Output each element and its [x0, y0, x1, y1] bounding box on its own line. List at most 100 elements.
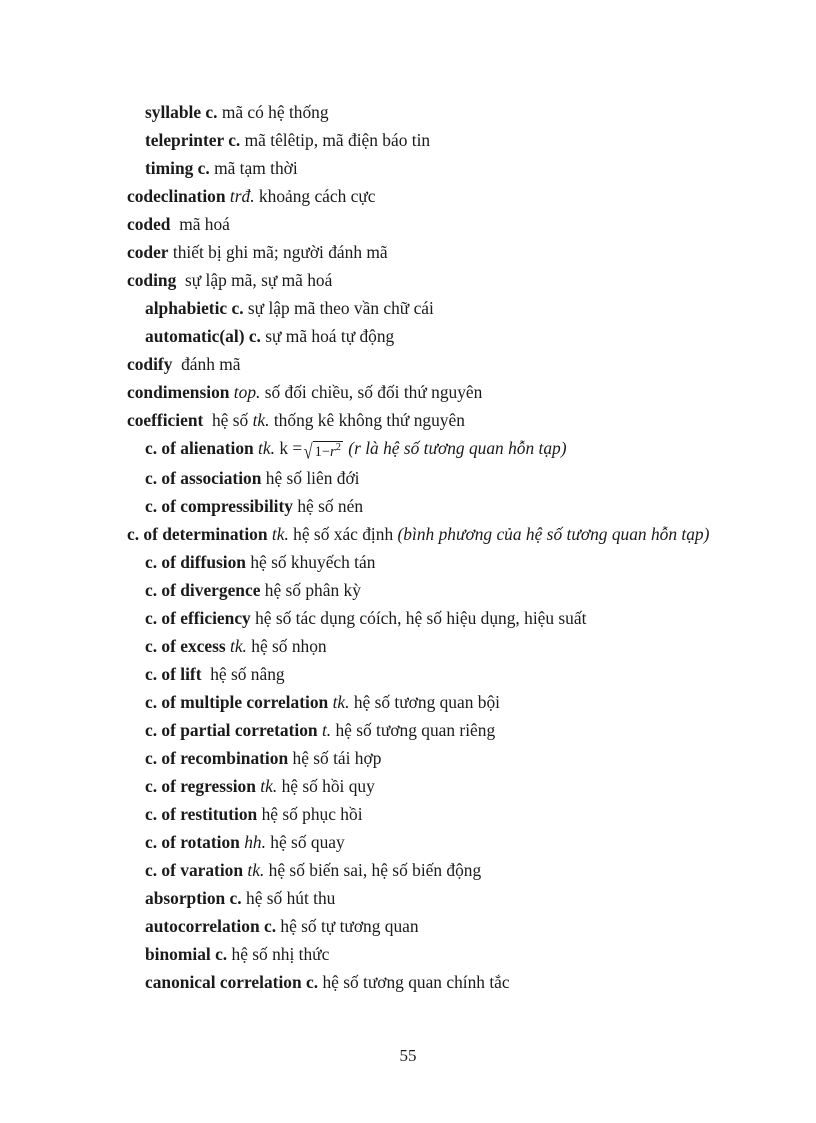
dictionary-entry: coder thiết bị ghi mã; người đánh mã: [127, 238, 697, 266]
radical-sign: √: [303, 440, 313, 465]
entry-headword: c. of diffusion: [145, 551, 246, 572]
entry-note: (r là hệ số tương quan hỗn tạp): [348, 438, 567, 458]
dictionary-entry: coding sự lập mã, sự mã hoá: [127, 266, 697, 294]
square-root-icon: √ 1−r2: [303, 436, 343, 464]
entry-gloss: hệ số hồi quy: [281, 775, 375, 796]
dictionary-entry: codify đánh mã: [127, 350, 697, 378]
entry-headword: c. of determination: [127, 523, 268, 544]
entry-headword: coding: [127, 270, 177, 290]
dictionary-entry: c. of rotation hh. hệ số quay: [127, 828, 697, 856]
entry-headword: canonical correlation c.: [145, 971, 319, 992]
radicand-minus: −: [321, 443, 331, 460]
entry-headword: timing c.: [145, 158, 210, 178]
dictionary-entry: c. of compressibility hệ số nén: [127, 492, 697, 520]
entry-gloss: hệ số hút thu: [246, 887, 336, 908]
entry-gloss: sự lập mã, sự mã hoá: [185, 270, 333, 290]
entry-gloss: hệ số quay: [270, 831, 345, 852]
dictionary-entry: automatic(al) c. sự mã hoá tự động: [127, 322, 697, 350]
entry-gloss: sự mã hoá tự động: [265, 326, 395, 346]
entry-gloss: hệ số biến sai, hệ số biến động: [268, 859, 482, 880]
entry-field-abbr: tk.: [252, 410, 270, 430]
entry-field-abbr: tk.: [260, 775, 278, 796]
entry-headword: c. of recombination: [145, 747, 289, 768]
radicand-exponent: 2: [335, 441, 341, 453]
entry-headword: codeclination: [127, 186, 226, 206]
entry-headword: coefficient: [127, 410, 204, 430]
dictionary-entry: codeclination trđ. khoảng cách cực: [127, 182, 697, 210]
entry-gloss: hệ số nén: [297, 495, 364, 516]
entry-headword: c. of rotation: [145, 831, 240, 852]
entry-headword: c. of partial corretation: [145, 719, 318, 740]
entry-headword: absorption c.: [145, 887, 242, 908]
dictionary-entry: c. of excess tk. hệ số nhọn: [127, 632, 697, 660]
dictionary-entry-list: syllable c. mã có hệ thống teleprinter c…: [127, 98, 709, 996]
dictionary-entry: coefficient hệ số tk. thống kê không thứ…: [127, 406, 697, 434]
entry-gloss: hệ số liên đới: [265, 467, 360, 488]
entry-gloss: số đối chiều, số đối thứ nguyên: [264, 382, 483, 402]
entry-field-abbr: top.: [233, 382, 261, 402]
entry-headword: binomial c.: [145, 943, 228, 964]
dictionary-entry: c. of efficiency hệ số tác dụng cóích, h…: [127, 604, 697, 632]
entry-formula: k =√ 1−r2: [279, 438, 344, 463]
entry-headword: condimension: [127, 382, 230, 402]
entry-headword: c. of lift: [145, 663, 202, 684]
entry-headword: c. of efficiency: [145, 607, 251, 628]
dictionary-entry: alphabietic c. sự lập mã theo vần chữ cá…: [127, 294, 697, 322]
entry-gloss: hệ số khuyếch tán: [250, 551, 376, 572]
dictionary-entry: c. of restitution hệ số phục hồi: [127, 800, 697, 828]
entry-gloss: mã hoá: [179, 214, 230, 234]
entry-gloss: hệ số nâng: [210, 663, 285, 684]
dictionary-entry: syllable c. mã có hệ thống: [127, 98, 697, 126]
entry-field-abbr: tk.: [230, 635, 247, 656]
entry-gloss: hệ số phục hồi: [261, 803, 363, 824]
entry-gloss: hệ số tự tương quan: [280, 915, 419, 936]
entry-field-abbr: t.: [321, 719, 332, 740]
entry-field-abbr: trđ.: [229, 186, 255, 206]
entry-headword: coder: [127, 242, 169, 262]
radicand-number: 1: [314, 443, 322, 460]
entry-gloss: hệ số phân kỳ: [264, 579, 361, 600]
entry-gloss: thiết bị ghi mã; người đánh mã: [172, 242, 388, 262]
entry-field-abbr: hh.: [244, 831, 266, 852]
entry-headword: syllable c.: [145, 102, 218, 122]
entry-gloss: hệ số tái hợp: [292, 747, 382, 768]
entry-gloss: mã tạm thời: [214, 158, 298, 178]
dictionary-entry: timing c. mã tạm thời: [127, 154, 697, 182]
entry-headword: c. of restitution: [145, 803, 258, 824]
entry-headword: c. of alienation: [145, 438, 254, 458]
dictionary-entry: c. of recombination hệ số tái hợp: [127, 744, 697, 772]
entry-field-abbr: tk.: [271, 523, 289, 544]
dictionary-entry: coded mã hoá: [127, 210, 697, 238]
entry-headword: c. of association: [145, 467, 262, 488]
entry-headword: autocorrelation c.: [145, 915, 277, 936]
dictionary-entry: absorption c. hệ số hút thu: [127, 884, 697, 912]
formula-lhs: k =: [279, 438, 303, 458]
dictionary-entry: teleprinter c. mã têlêtip, mã điện báo t…: [127, 126, 697, 154]
dictionary-entry: condimension top. số đối chiều, số đối t…: [127, 378, 697, 406]
dictionary-entry: c. of lift hệ số nâng: [127, 660, 697, 688]
entry-headword: c. of regression: [145, 775, 256, 796]
entry-gloss: hệ số xác định: [293, 523, 394, 544]
dictionary-entry: c. of varation tk. hệ số biến sai, hệ số…: [127, 856, 697, 884]
entry-gloss: khoảng cách cực: [258, 186, 376, 206]
entry-headword: c. of excess: [145, 635, 226, 656]
entry-headword: c. of compressibility: [145, 495, 293, 516]
entry-headword: c. of varation: [145, 859, 244, 880]
entry-gloss: hệ số nhọn: [251, 635, 327, 656]
entry-headword: codify: [127, 354, 173, 374]
entry-gloss: hệ số tương quan riêng: [335, 719, 496, 740]
entry-gloss: hệ số tác dụng cóích, hệ số hiệu dụng, h…: [255, 607, 587, 628]
entry-note: (bình phương của hệ số tương quan hỗn tạ…: [397, 523, 710, 544]
dictionary-entry: c. of association hệ số liên đới: [127, 464, 697, 492]
entry-headword: c. of divergence: [145, 579, 261, 600]
entry-gloss: hệ số nhị thức: [231, 943, 330, 964]
dictionary-entry: c. of partial corretation t. hệ số tương…: [127, 716, 697, 744]
entry-gloss: đánh mã: [181, 354, 241, 374]
dictionary-page: syllable c. mã có hệ thống teleprinter c…: [0, 0, 816, 1123]
entry-field-abbr: tk.: [247, 859, 265, 880]
entry-gloss: mã têlêtip, mã điện báo tin: [244, 130, 431, 150]
page-number: 55: [399, 1046, 417, 1065]
entry-headword: coded: [127, 214, 171, 234]
radicand: 1−r2: [312, 440, 343, 461]
entry-gloss: mã có hệ thống: [221, 102, 329, 122]
